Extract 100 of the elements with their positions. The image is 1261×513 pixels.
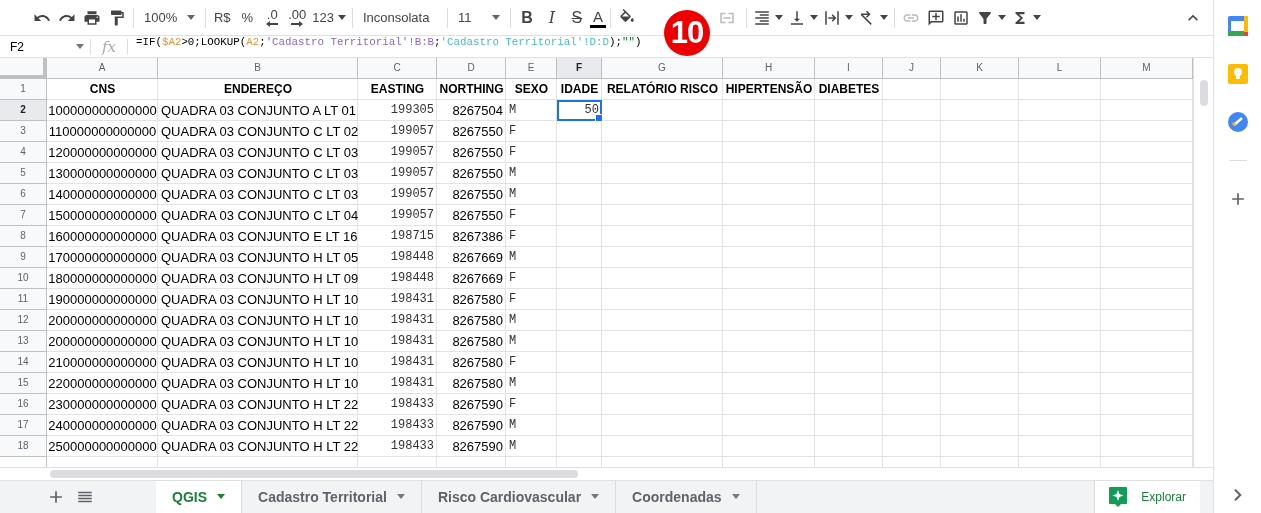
italic-button[interactable]: I: [539, 3, 564, 32]
table-cell-text: ENDEREÇO: [223, 81, 293, 99]
expand-panel-button[interactable]: [1233, 489, 1242, 501]
table-cell-text: SEXO: [513, 81, 550, 99]
caret-icon: [774, 15, 783, 21]
table-cell-text: QUADRA 03 CONJUNTO H LT 22: [160, 437, 358, 456]
table-cell-text: 198448: [389, 249, 435, 267]
column-header[interactable]: I: [815, 57, 883, 79]
row-header[interactable]: 4: [0, 141, 47, 163]
table-cell-text: 198433: [389, 417, 435, 435]
column-header[interactable]: B: [158, 57, 358, 79]
table-cell-text: 220000000000000: [47, 374, 158, 393]
number-format-dropdown[interactable]: 123: [310, 3, 348, 32]
row-header[interactable]: 18: [0, 435, 47, 457]
table-cell-text: QUADRA 03 CONJUNTO H LT 10: [160, 332, 358, 351]
row-header[interactable]: 10: [0, 267, 47, 289]
scroll-thumb[interactable]: [50, 469, 578, 478]
table-cell-text: 8267669: [451, 269, 504, 288]
decimal-button[interactable]: .0: [260, 3, 285, 32]
table-cell-text: QUADRA 03 CONJUNTO H LT 05: [160, 248, 358, 267]
table-cell-text: M: [508, 249, 518, 267]
zoom-dropdown[interactable]: 100%: [138, 3, 202, 32]
chevron-right-icon: [1233, 489, 1242, 501]
check-icon: [1227, 112, 1248, 132]
paint-format-icon: [108, 8, 126, 27]
strikethrough-button[interactable]: S: [564, 3, 589, 32]
row-header[interactable]: 9: [0, 246, 47, 268]
column-header[interactable]: F: [557, 57, 602, 79]
table-cell-text: M: [508, 186, 518, 204]
column-header[interactable]: K: [941, 57, 1019, 79]
table-cell-text: 198431: [389, 375, 435, 393]
calendar-button[interactable]: [1227, 16, 1248, 36]
font-dropdown[interactable]: Inconsolata: [356, 3, 443, 32]
column-header[interactable]: L: [1019, 57, 1101, 79]
column-header[interactable]: G: [602, 57, 723, 79]
row-header[interactable]: 14: [0, 351, 47, 373]
format-button[interactable]: %: [235, 3, 260, 32]
row-header[interactable]: 7: [0, 204, 47, 226]
table-cell-text: 170000000000000: [47, 248, 158, 267]
sheet-tab[interactable]: Risco Cardiovascular: [421, 480, 617, 513]
scroll-thumb[interactable]: [1200, 79, 1208, 106]
sheet-tab[interactable]: Cadastro Territorial: [242, 480, 422, 513]
sparkle-icon: [1109, 486, 1128, 507]
table-cell-text: 199057: [389, 165, 435, 183]
explore-button[interactable]: Explorar: [1094, 480, 1200, 513]
table-cell-text: 130000000000000: [47, 164, 158, 183]
column-header[interactable]: D: [437, 57, 506, 79]
table-cell-text: QUADRA 03 CONJUNTO A LT 01: [160, 101, 358, 120]
horizontal-scrollbar[interactable]: [0, 466, 1213, 480]
row-header[interactable]: 8: [0, 225, 47, 247]
column-header[interactable]: M: [1101, 57, 1193, 79]
bold-button[interactable]: B: [514, 3, 539, 32]
table-cell-text: QUADRA 03 CONJUNTO C LT 03: [160, 185, 358, 204]
decimal-button[interactable]: .00: [285, 3, 310, 32]
text-color-button[interactable]: A: [589, 7, 606, 28]
column-header[interactable]: H: [723, 57, 815, 79]
row-header[interactable]: 1: [0, 78, 47, 100]
row-header[interactable]: 6: [0, 183, 47, 205]
table-cell-text: 198431: [389, 333, 435, 351]
sheet-tab[interactable]: QGIS: [156, 480, 242, 513]
row-header[interactable]: 17: [0, 414, 47, 436]
row-header[interactable]: 16: [0, 393, 47, 415]
table-cell-text: 198431: [389, 354, 435, 372]
caret-icon: [731, 494, 740, 500]
tasks-button[interactable]: [1227, 112, 1248, 132]
table-cell-text: 8267550: [451, 206, 504, 225]
row-header[interactable]: 5: [0, 162, 47, 184]
table-cell-text: QUADRA 03 CONJUNTO H LT 22: [160, 416, 358, 435]
table-cell-text: 198448: [389, 270, 435, 288]
format-button[interactable]: R$: [210, 3, 235, 32]
caret-icon: [187, 15, 196, 21]
table-cell-text: F: [508, 354, 518, 372]
table-cell-text: QUADRA 03 CONJUNTO H LT 10: [160, 374, 358, 393]
arrow-icon: [266, 20, 279, 27]
column-header[interactable]: A: [47, 57, 158, 79]
step-badge: 10: [664, 10, 710, 56]
sheet-tab[interactable]: Coordenadas: [616, 480, 757, 513]
caret-icon: [809, 15, 818, 21]
column-header[interactable]: E: [506, 57, 557, 79]
table-cell-text: QUADRA 03 CONJUNTO C LT 04: [160, 206, 358, 225]
row-header[interactable]: 3: [0, 120, 47, 142]
column-header[interactable]: J: [883, 57, 941, 79]
font-size-dropdown[interactable]: 11: [451, 3, 506, 32]
row-header[interactable]: 11: [0, 288, 47, 310]
row-header[interactable]: 12: [0, 309, 47, 331]
column-header[interactable]: C: [358, 57, 437, 79]
row-header[interactable]: 13: [0, 330, 47, 352]
lightbulb-icon: [1227, 64, 1248, 84]
caret-icon: [591, 494, 600, 500]
calendar-icon: [1227, 16, 1248, 36]
table-cell-text: RELATÓRIO RISCO: [605, 80, 720, 99]
table-cell-text: 120000000000000: [47, 143, 158, 162]
row-header[interactable]: 2: [0, 99, 47, 121]
table-cell-text: 8267590: [451, 437, 504, 456]
arrow-icon: [291, 20, 304, 27]
wrap-icon: [822, 8, 841, 27]
table-cell-text: NORTHING: [438, 81, 505, 99]
row-header[interactable]: 15: [0, 372, 47, 394]
table-cell-text: QUADRA 03 CONJUNTO E LT 16: [160, 227, 358, 246]
table-cell-text: M: [508, 417, 518, 435]
